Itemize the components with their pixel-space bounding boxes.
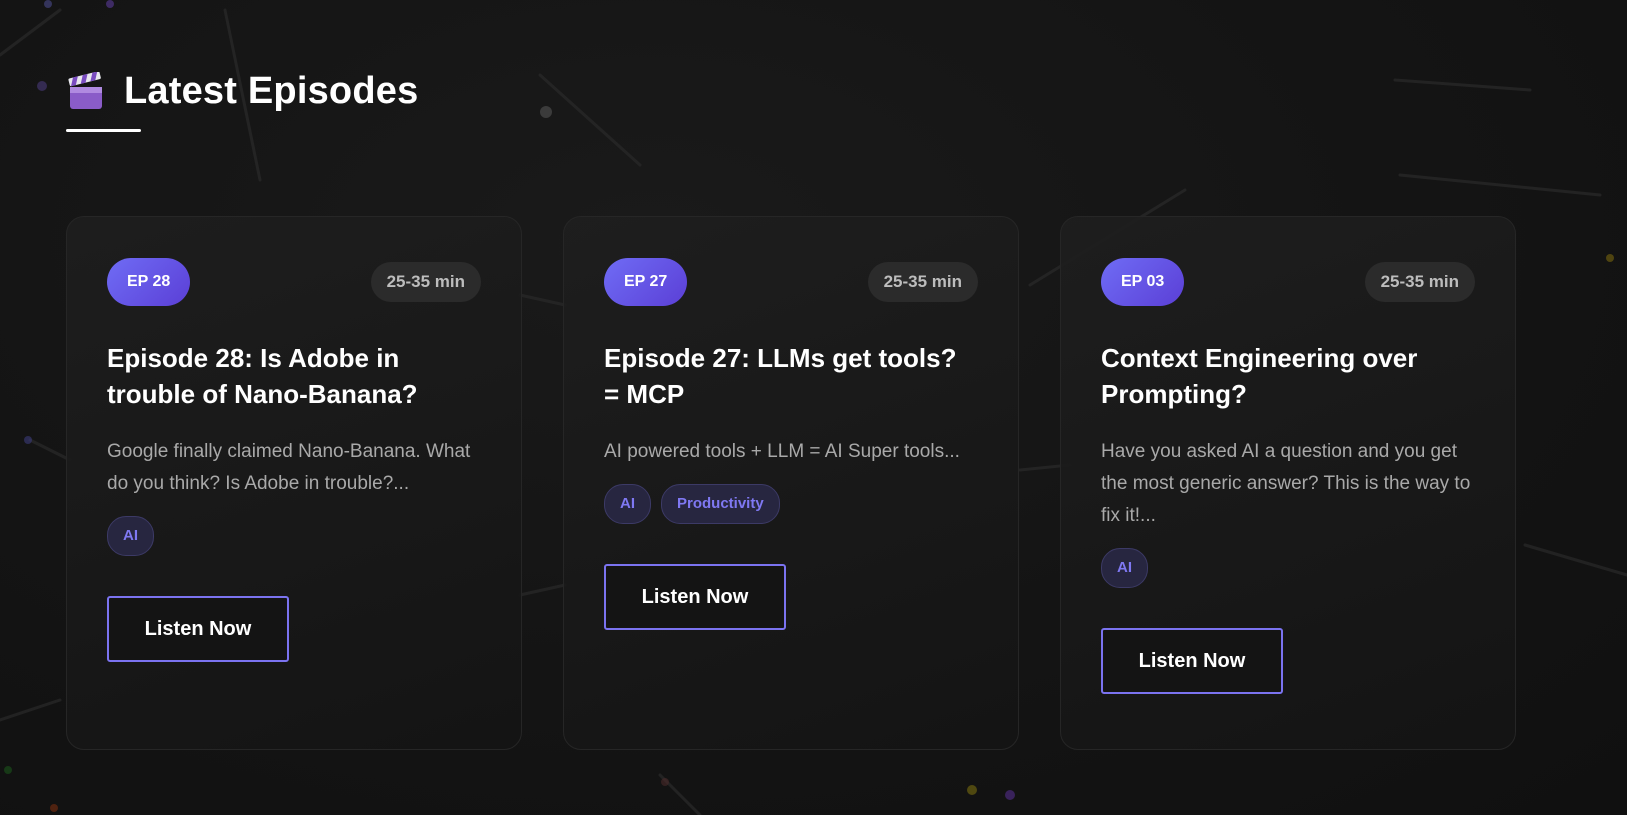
episode-description: Have you asked AI a question and you get… <box>1101 441 1471 526</box>
tag-ai[interactable]: AI <box>107 516 154 556</box>
episode-cards: EP 28 25-35 min Episode 28: Is Adobe in … <box>66 216 1516 750</box>
episode-title[interactable]: Context Engineering over Prompting? <box>1101 340 1475 412</box>
title-underline <box>66 129 141 132</box>
episode-title[interactable]: Episode 28: Is Adobe in trouble of Nano-… <box>107 340 481 412</box>
title-row: Latest Episodes <box>66 70 418 113</box>
episode-description: AI powered tools + LLM = AI Super tools.… <box>604 441 960 462</box>
duration-badge: 25-35 min <box>1364 262 1475 302</box>
card-header: EP 27 25-35 min <box>604 257 978 307</box>
duration-badge: 25-35 min <box>370 262 481 302</box>
card-header: EP 28 25-35 min <box>107 257 481 307</box>
tag-list: AI <box>1101 548 1475 588</box>
tag-list: AI Productivity <box>604 484 978 524</box>
episode-card: EP 03 25-35 min Context Engineering over… <box>1060 216 1516 750</box>
listen-now-button[interactable]: Listen Now <box>1101 628 1283 694</box>
episode-description: Google finally claimed Nano-Banana. What… <box>107 441 471 494</box>
episode-card: EP 27 25-35 min Episode 27: LLMs get too… <box>563 216 1019 750</box>
page: Latest Episodes EP 28 25-35 min Episode … <box>0 0 1627 815</box>
tag-ai[interactable]: AI <box>604 484 651 524</box>
listen-now-button[interactable]: Listen Now <box>107 596 289 662</box>
episode-badge: EP 27 <box>604 258 688 306</box>
section-header: Latest Episodes <box>66 70 418 132</box>
episode-badge: EP 03 <box>1101 258 1185 306</box>
clapperboard-icon <box>68 71 102 109</box>
listen-now-button[interactable]: Listen Now <box>604 564 786 630</box>
episode-card: EP 28 25-35 min Episode 28: Is Adobe in … <box>66 216 522 750</box>
episode-badge: EP 28 <box>107 258 191 306</box>
section-title: Latest Episodes <box>124 70 419 112</box>
episode-title[interactable]: Episode 27: LLMs get tools? = MCP <box>604 340 978 412</box>
tag-ai[interactable]: AI <box>1101 548 1148 588</box>
tag-list: AI <box>107 516 481 556</box>
card-header: EP 03 25-35 min <box>1101 257 1475 307</box>
tag-productivity[interactable]: Productivity <box>661 484 780 524</box>
duration-badge: 25-35 min <box>867 262 978 302</box>
